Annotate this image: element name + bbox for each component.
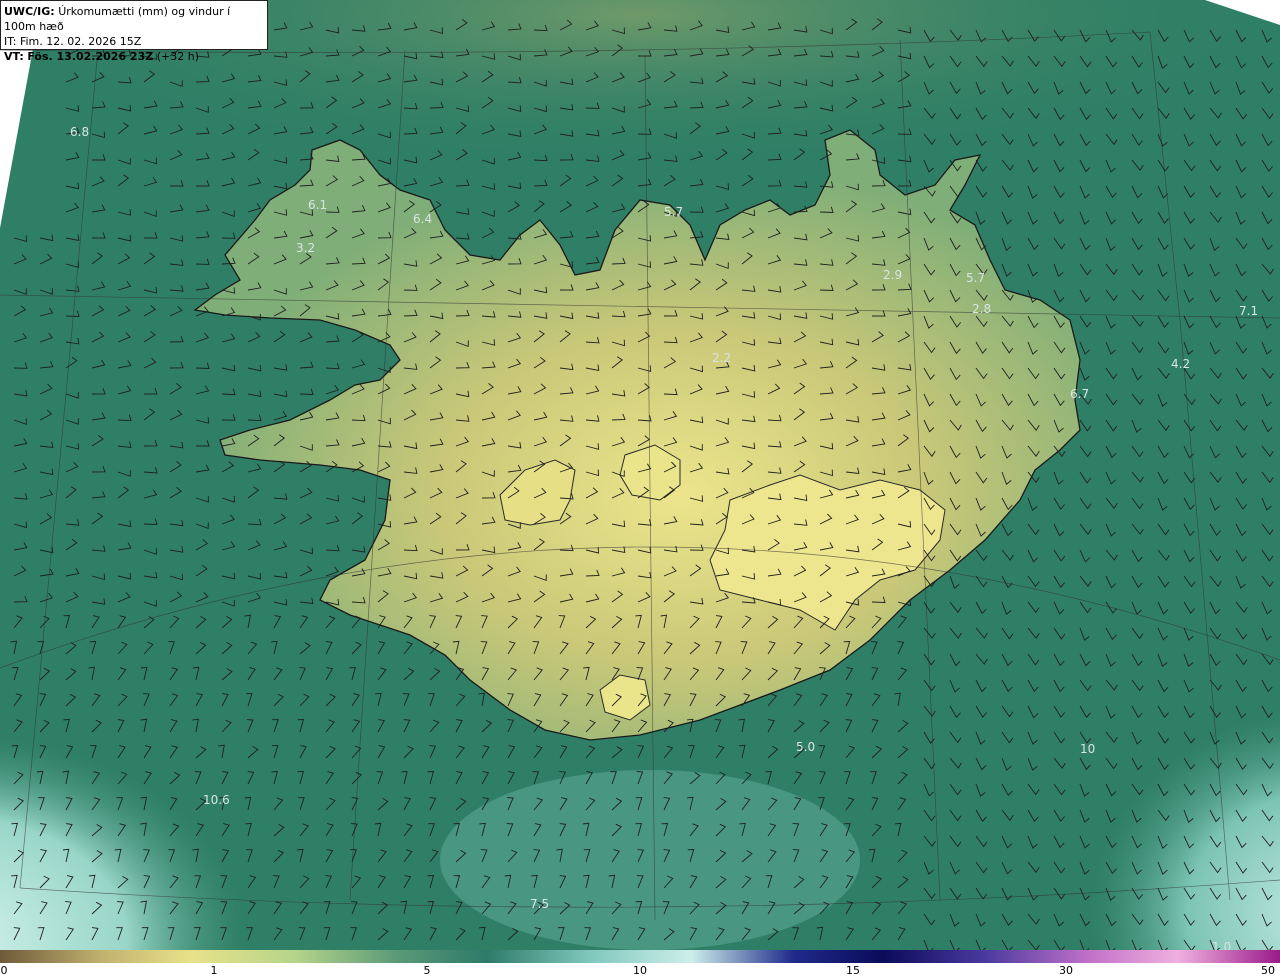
valid-time-line: VT: Fös. 13.02.2026 23Z (+32 h): [4, 49, 264, 64]
value-label: 5.7: [664, 205, 683, 219]
map-info-box: UWC/IG: Úrkomumætti (mm) og vindur í 100…: [0, 0, 268, 63]
value-label: 5.0: [796, 740, 815, 754]
value-label: 3.2: [296, 241, 315, 255]
color-legend: 0 1 5 10 15 30 50: [0, 950, 1280, 978]
legend-color-bar: [0, 950, 1280, 963]
value-label: 2.9: [883, 268, 902, 282]
legend-tick: 5: [423, 964, 431, 977]
lead-time: (+32 h): [156, 50, 199, 63]
value-label: 6.8: [70, 125, 89, 139]
value-label: 6.1: [308, 198, 327, 212]
value-label: 7.5: [530, 897, 549, 911]
value-label: 2.8: [972, 302, 991, 316]
precipitable-water-map: 6.8 6.1 6.4 3.2 5.7 2.9 5.7 2.8 7.1 4.2 …: [0, 0, 1280, 950]
value-label: 5.7: [966, 271, 985, 285]
value-label: 1.0: [1212, 940, 1231, 950]
valid-label: VT:: [4, 50, 24, 63]
legend-tick: 10: [633, 964, 647, 977]
value-label: 6.4: [413, 212, 432, 226]
product-title-line: UWC/IG: Úrkomumætti (mm) og vindur í 100…: [4, 4, 264, 34]
legend-tick: 0: [0, 964, 8, 977]
valid-time: Fös. 13.02.2026 23Z: [27, 50, 154, 63]
legend-tick: 50: [1261, 964, 1275, 977]
legend-tick: 1: [210, 964, 218, 977]
value-label: 2.2: [712, 351, 731, 365]
value-label: 10: [1080, 742, 1095, 756]
value-label: 6.7: [1070, 387, 1089, 401]
product-code: UWC/IG:: [4, 5, 55, 18]
value-label: 4.2: [1171, 357, 1190, 371]
value-label: 7.1: [1239, 304, 1258, 318]
issue-time: IT: Fim. 12. 02. 2026 15Z: [4, 35, 142, 48]
legend-tick: 15: [846, 964, 860, 977]
south-band: [440, 770, 860, 950]
value-label: 10.6: [203, 793, 230, 807]
legend-tick: 30: [1059, 964, 1073, 977]
